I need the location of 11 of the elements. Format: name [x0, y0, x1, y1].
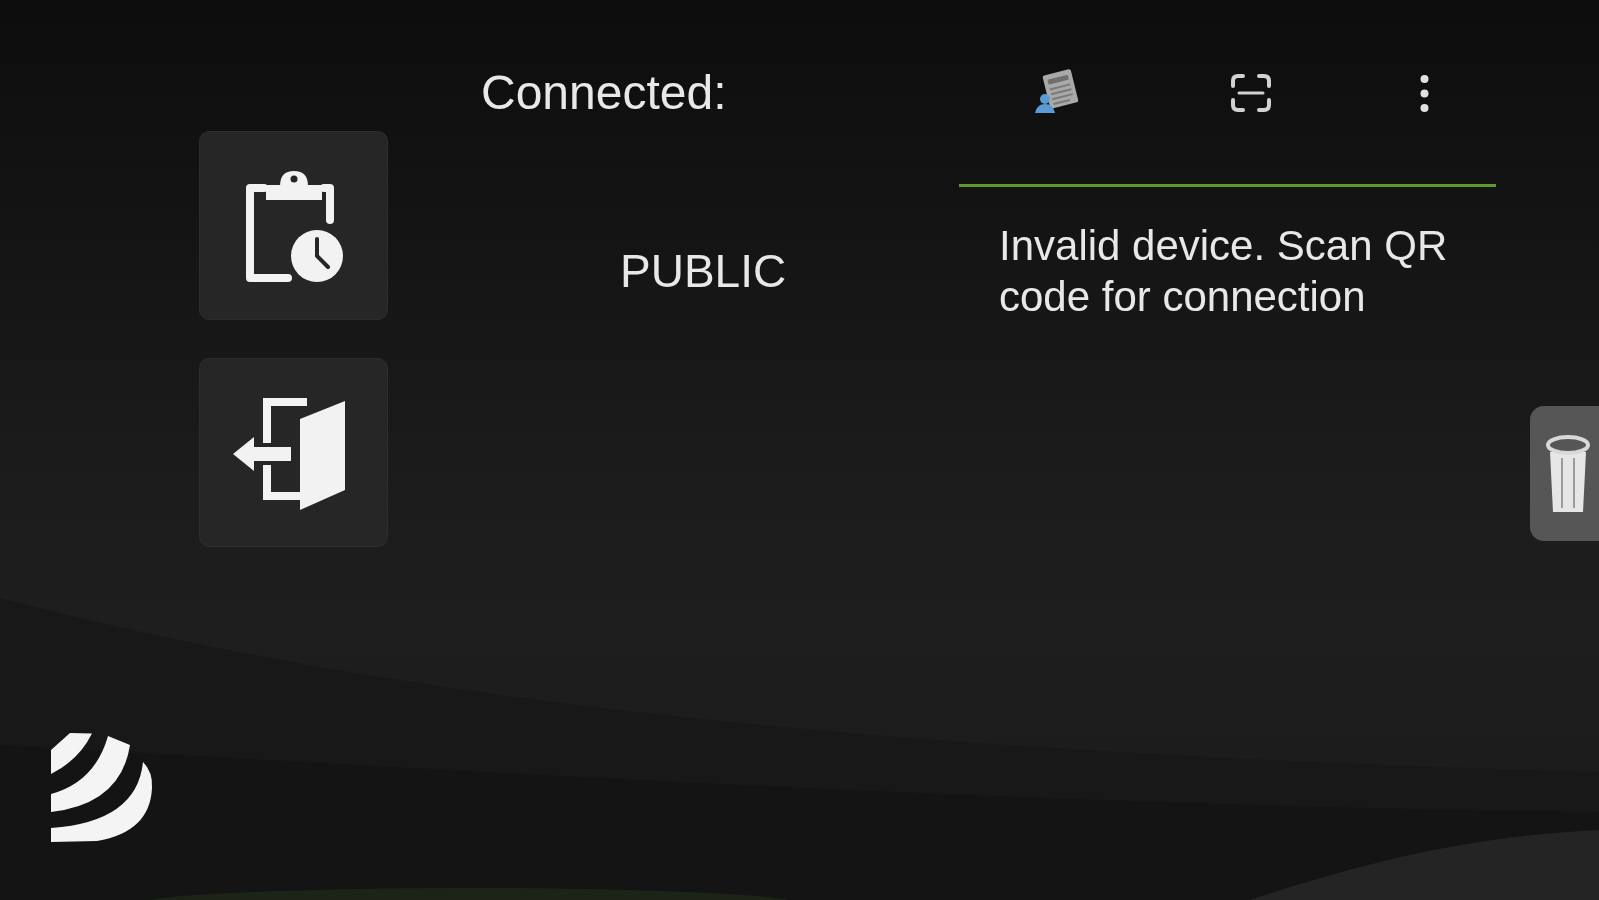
- network-label: PUBLIC: [620, 248, 787, 294]
- door-arrow-icon: [232, 396, 347, 513]
- exit-button[interactable]: [199, 358, 388, 547]
- history-button[interactable]: [199, 131, 388, 320]
- connection-title: Connected:: [481, 69, 727, 117]
- trash-tab[interactable]: [1530, 406, 1599, 541]
- logo-icon: [49, 732, 153, 845]
- document-person-icon: [1034, 68, 1080, 114]
- scan-icon: [1230, 73, 1272, 113]
- status-message: Invalid device. Scan QR code for connection: [999, 221, 1449, 322]
- trash-icon: [1543, 433, 1592, 514]
